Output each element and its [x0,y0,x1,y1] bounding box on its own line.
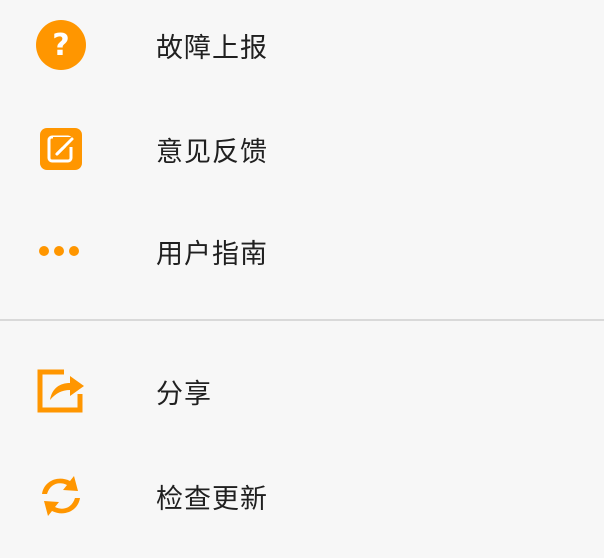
question-circle-icon: ? [34,18,88,72]
menu-item-label: 检查更新 [156,483,268,515]
menu-item-feedback[interactable]: 意见反馈 [0,104,604,194]
menu-item-label: 意见反馈 [156,136,268,168]
svg-text:?: ? [52,28,69,63]
share-export-icon [34,364,88,418]
menu-item-report-fault[interactable]: ? 故障上报 [0,0,604,90]
settings-menu: ? 故障上报 意见反馈 用户指南 分享 检查更新 [0,0,604,558]
menu-item-user-guide[interactable]: 用户指南 [0,206,604,296]
section-divider [0,319,604,321]
edit-note-icon [34,122,88,176]
menu-item-label: 用户指南 [156,238,268,270]
more-dots-icon [34,224,88,278]
menu-item-share[interactable]: 分享 [0,346,604,436]
menu-item-label: 分享 [156,378,212,410]
menu-item-check-update[interactable]: 检查更新 [0,451,604,541]
menu-item-label: 故障上报 [156,32,268,64]
refresh-icon [34,469,88,523]
